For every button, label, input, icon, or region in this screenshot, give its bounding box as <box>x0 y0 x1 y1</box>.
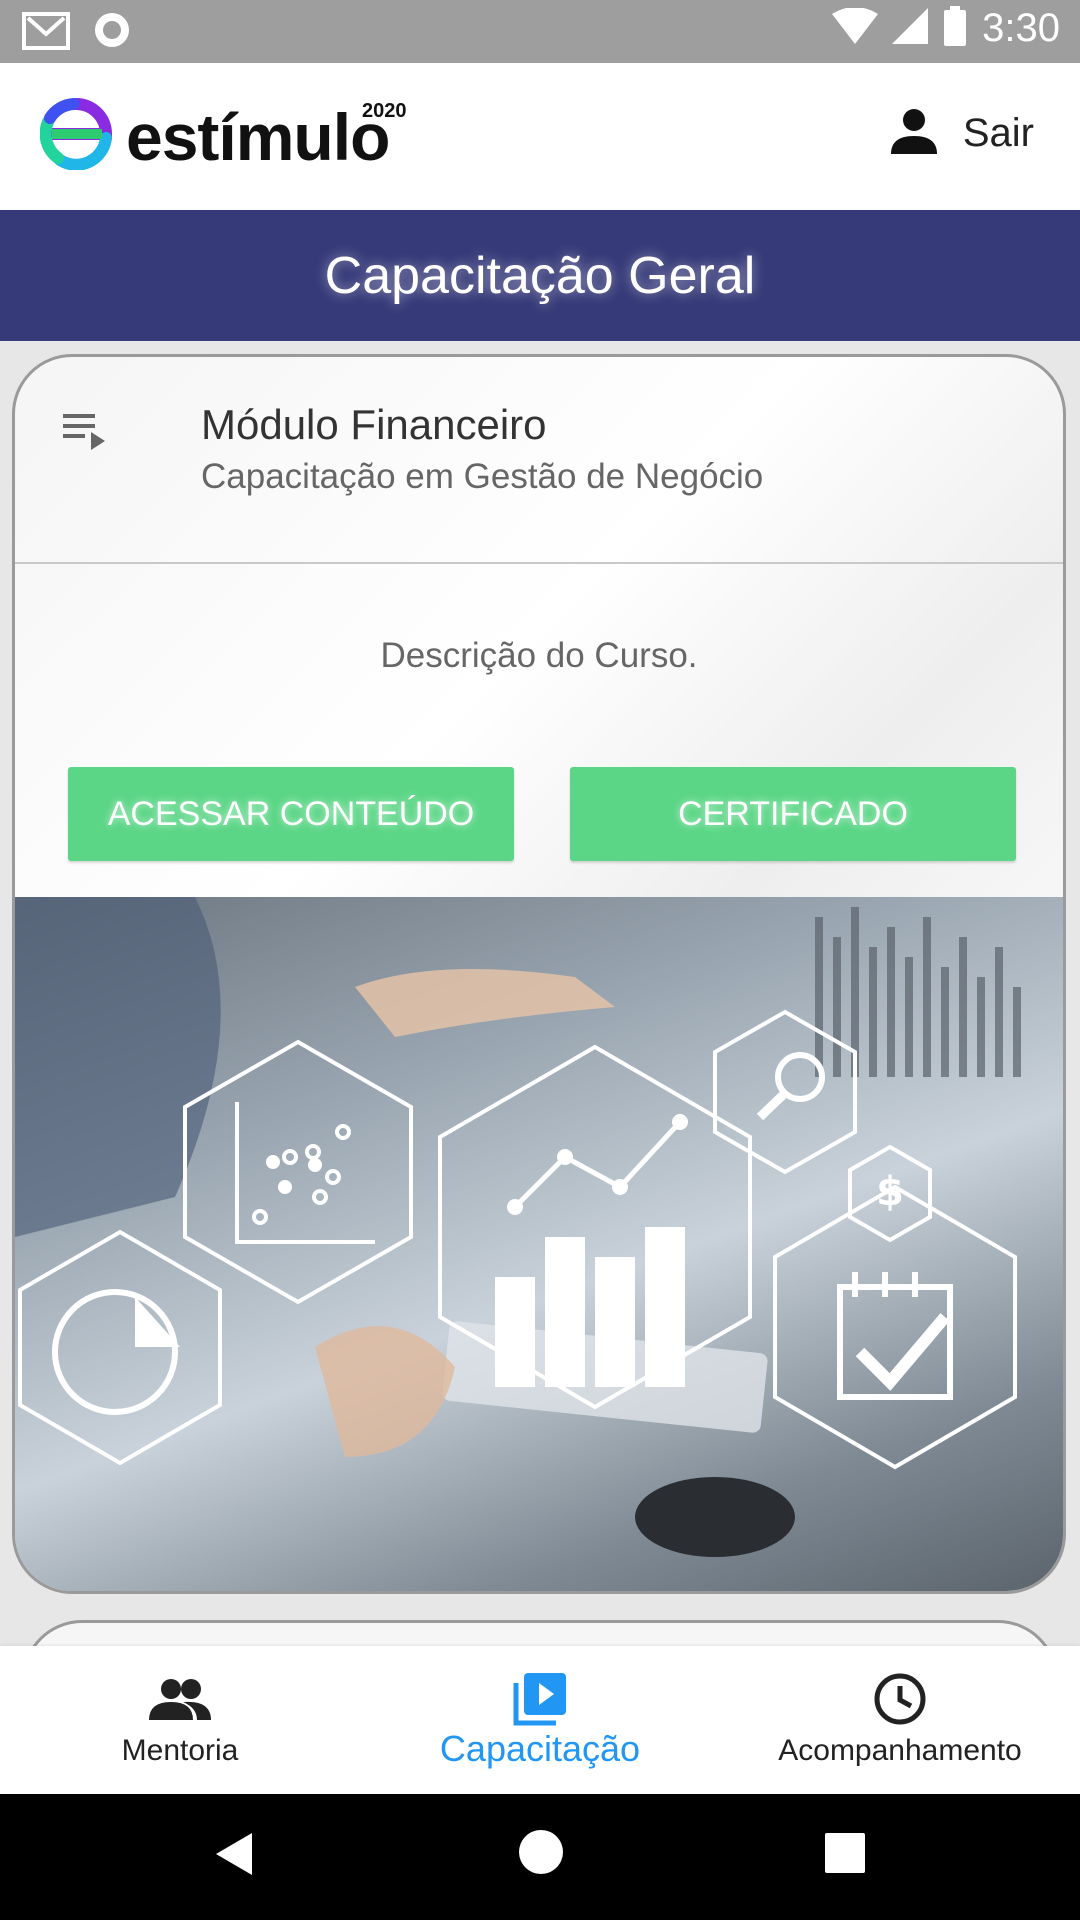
brand-logo: estímulo 2020 <box>39 98 407 175</box>
nav-item-capacitacao[interactable]: Capacitação <box>360 1646 720 1794</box>
logo-mark-icon <box>39 98 113 175</box>
home-icon[interactable] <box>518 1829 564 1880</box>
playlist-icon <box>63 412 107 457</box>
divider <box>15 562 1063 564</box>
people-icon <box>149 1674 211 1724</box>
video-library-icon <box>512 1673 568 1726</box>
status-bar: 3:30 <box>0 0 1080 63</box>
wifi-icon <box>832 7 879 49</box>
access-content-button[interactable]: ACESSAR CONTEÚDO <box>68 767 514 861</box>
nav-item-acompanhamento[interactable]: Acompanhamento <box>720 1646 1080 1794</box>
logout-label: Sair <box>962 111 1034 155</box>
system-navigation-bar <box>0 1794 1080 1920</box>
svg-text:$: $ <box>876 1169 904 1215</box>
nav-label-acompanhamento: Acompanhamento <box>778 1734 1022 1767</box>
signal-icon <box>892 8 929 49</box>
certificate-button[interactable]: CERTIFICADO <box>570 767 1016 861</box>
course-card-header: Módulo Financeiro Capacitação em Gestão … <box>15 357 1063 563</box>
back-icon[interactable] <box>212 1829 256 1884</box>
logo-text: estímulo <box>126 99 390 174</box>
logout-button[interactable]: Sair <box>890 108 1034 159</box>
record-icon <box>92 10 132 55</box>
nav-item-mentoria[interactable]: Mentoria <box>0 1646 360 1794</box>
nav-label-capacitacao: Capacitação <box>439 1728 641 1769</box>
course-subtitle: Capacitação em Gestão de Negócio <box>201 457 764 496</box>
page-title-bar: Capacitação Geral <box>0 210 1080 341</box>
battery-icon <box>942 6 968 51</box>
course-card: Módulo Financeiro Capacitação em Gestão … <box>12 354 1066 1594</box>
page-title: Capacitação Geral <box>324 246 756 305</box>
gmail-icon <box>22 10 70 55</box>
logo-year: 2020 <box>362 100 407 122</box>
status-time: 3:30 <box>982 6 1060 50</box>
course-title: Módulo Financeiro <box>201 401 547 448</box>
course-description: Descrição do Curso. <box>380 636 698 675</box>
course-image: $ <box>15 897 1063 1591</box>
bottom-navigation: Mentoria Capacitação Acompanhamento <box>0 1646 1080 1794</box>
person-icon <box>890 108 937 159</box>
app-header: estímulo 2020 Sair <box>0 63 1080 210</box>
recents-icon[interactable] <box>824 1832 866 1879</box>
nav-label-mentoria: Mentoria <box>121 1734 239 1767</box>
clock-icon <box>873 1673 927 1725</box>
